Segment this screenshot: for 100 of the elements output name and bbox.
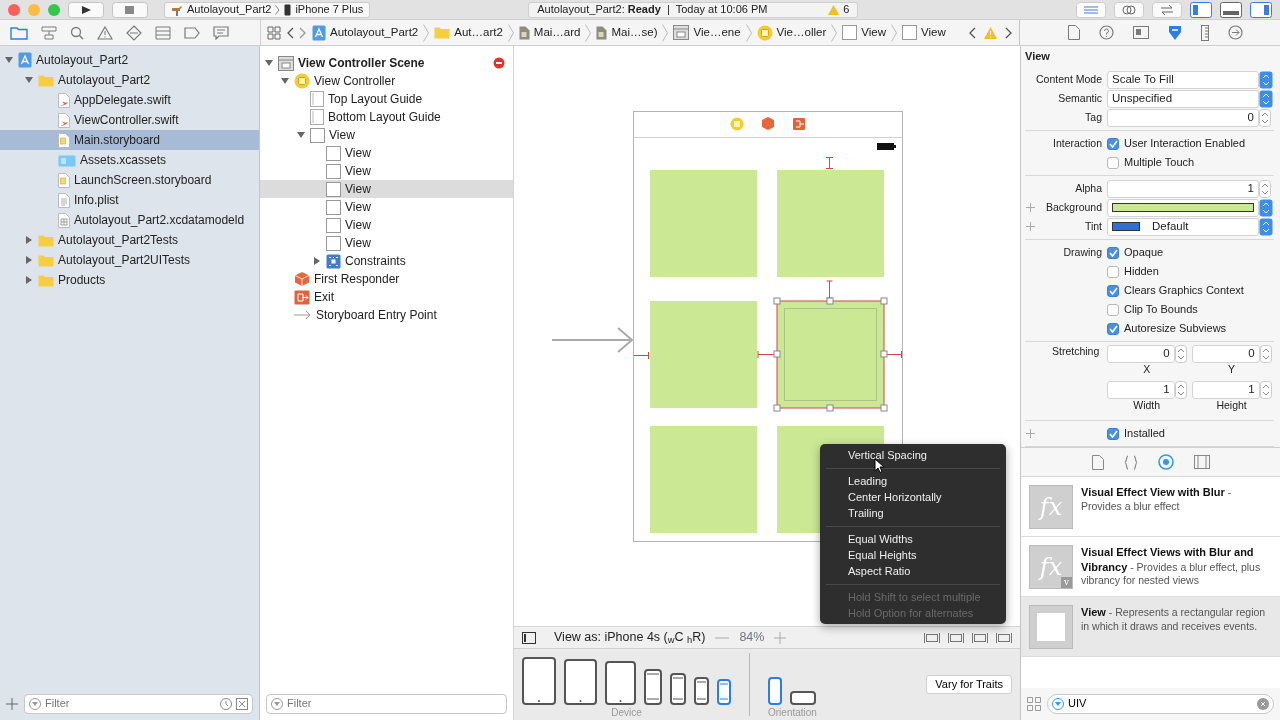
- file-item[interactable]: Main.storyboard: [0, 130, 259, 150]
- resize-handle[interactable]: [826, 404, 834, 412]
- breadcrumb[interactable]: Aut…art2: [434, 25, 503, 40]
- disclosure-icon[interactable]: [4, 55, 14, 65]
- menu-item[interactable]: Equal Widths: [820, 531, 1006, 547]
- back-icon[interactable]: [968, 26, 976, 39]
- connections-icon[interactable]: [1228, 25, 1243, 40]
- film-icon[interactable]: [1193, 455, 1210, 470]
- back-icon[interactable]: [286, 26, 294, 39]
- menu-item[interactable]: Vertical Spacing: [820, 447, 1006, 463]
- version-editor-icon[interactable]: [1152, 1, 1182, 18]
- diamond-icon[interactable]: [126, 24, 142, 41]
- clear-icon[interactable]: [1257, 698, 1269, 710]
- number-field[interactable]: 1: [1191, 381, 1260, 400]
- resize-handle[interactable]: [880, 350, 888, 358]
- file-item[interactable]: AppDelegate.swift: [0, 90, 259, 110]
- pin-icon[interactable]: [972, 631, 988, 644]
- warning-count[interactable]: 6: [828, 2, 850, 17]
- filter-field[interactable]: Filter: [45, 697, 216, 711]
- menu-item[interactable]: Center Horizontally: [820, 489, 1006, 505]
- disclosure-icon[interactable]: [24, 235, 34, 245]
- standard-editor-icon[interactable]: [1076, 1, 1106, 18]
- resize-handle[interactable]: [773, 404, 781, 412]
- file-item[interactable]: Assets.xcassets: [0, 150, 259, 170]
- exit-icon[interactable]: [793, 118, 805, 130]
- recent-icon[interactable]: [220, 698, 232, 710]
- resize-handle[interactable]: [880, 297, 888, 305]
- file-item[interactable]: Products: [0, 270, 259, 290]
- color-well[interactable]: [1107, 198, 1259, 217]
- disclosure-icon[interactable]: [264, 58, 274, 68]
- tablet-icon[interactable]: [605, 661, 636, 705]
- portrait-icon[interactable]: [768, 677, 783, 705]
- add-icon[interactable]: [1025, 429, 1035, 439]
- assistant-editor-icon[interactable]: [1114, 1, 1144, 18]
- phone-icon[interactable]: [717, 679, 731, 705]
- checkbox[interactable]: [1107, 137, 1119, 150]
- file-item[interactable]: Info.plist: [0, 190, 259, 210]
- tablet-icon[interactable]: [522, 657, 556, 705]
- disclosure-icon[interactable]: [280, 76, 290, 86]
- filter-box[interactable]: Filter: [266, 694, 507, 714]
- related-items-icon[interactable]: [267, 25, 281, 40]
- stepper-icon[interactable]: [1259, 381, 1272, 400]
- menu-item[interactable]: Aspect Ratio: [820, 563, 1006, 579]
- view-as-label[interactable]: View as: iPhone 4s ($_{w}$C $_{h}$R): [554, 630, 706, 645]
- checkbox[interactable]: [1107, 322, 1119, 335]
- filter-box[interactable]: Filter: [24, 694, 253, 714]
- file-item[interactable]: Autolayout_Part2.xcdatamodeld: [0, 210, 259, 230]
- checkbox[interactable]: [1107, 303, 1119, 316]
- file-item[interactable]: LaunchScreen.storyboard: [0, 170, 259, 190]
- file-item[interactable]: Autolayout_Part2UITests: [0, 250, 259, 270]
- hierarchy-icon[interactable]: [41, 25, 57, 40]
- stepper-icon[interactable]: [1174, 345, 1187, 364]
- tag-icon[interactable]: [184, 26, 200, 39]
- checkbox[interactable]: [1107, 284, 1119, 297]
- list-icon[interactable]: [155, 25, 171, 40]
- forward-icon[interactable]: [1005, 26, 1013, 39]
- checkbox[interactable]: [1107, 246, 1119, 259]
- checkbox[interactable]: [1107, 156, 1119, 169]
- outline-item[interactable]: Exit: [260, 288, 513, 306]
- id-card-icon[interactable]: [1133, 26, 1149, 39]
- search-icon[interactable]: [70, 25, 84, 40]
- add-icon[interactable]: [1025, 222, 1035, 232]
- dropdown[interactable]: Unspecified: [1107, 89, 1259, 108]
- align-icon[interactable]: [948, 631, 964, 644]
- breadcrumb[interactable]: View: [842, 25, 886, 40]
- breadcrumb[interactable]: View: [901, 25, 946, 40]
- stepper-icon[interactable]: [1259, 70, 1273, 89]
- ruler-icon[interactable]: [1201, 24, 1209, 41]
- outline-item[interactable]: Top Layout Guide: [260, 90, 513, 108]
- menu-item[interactable]: Equal Heights: [820, 547, 1006, 563]
- number-field[interactable]: 0: [1191, 345, 1260, 364]
- number-field[interactable]: 1: [1107, 179, 1259, 198]
- file-item[interactable]: ViewController.swift: [0, 110, 259, 130]
- outline-item[interactable]: View: [260, 144, 513, 162]
- navigator-toggle-icon[interactable]: [1190, 1, 1212, 18]
- menu-item[interactable]: Trailing: [820, 505, 1006, 521]
- disclosure-icon[interactable]: [24, 255, 34, 265]
- outline-item[interactable]: View Controller Scene: [260, 54, 513, 72]
- outline-item[interactable]: View: [260, 162, 513, 180]
- object-icon[interactable]: [1157, 454, 1174, 471]
- disclosure-icon[interactable]: [312, 256, 322, 266]
- scheme-selector[interactable]: Autolayout_Part2 iPhone 7 Plus: [164, 1, 371, 18]
- close-button[interactable]: [8, 3, 20, 16]
- outline-item[interactable]: View Controller: [260, 72, 513, 90]
- tablet-icon[interactable]: [564, 659, 597, 705]
- outline-item[interactable]: Bottom Layout Guide: [260, 108, 513, 126]
- file-item[interactable]: Autolayout_Part2: [0, 70, 259, 90]
- stepper-icon[interactable]: [1259, 179, 1271, 198]
- outline-item[interactable]: View: [260, 198, 513, 216]
- number-field[interactable]: 0: [1107, 108, 1259, 127]
- breadcrumb[interactable]: Mai…ard: [518, 25, 581, 40]
- phone-icon[interactable]: [644, 669, 662, 705]
- scm-filter-icon[interactable]: [236, 698, 248, 710]
- stepper-icon[interactable]: [1259, 217, 1273, 236]
- view-rectangle[interactable]: [776, 300, 885, 409]
- breadcrumb[interactable]: Mai…se): [596, 25, 658, 40]
- add-icon[interactable]: [6, 698, 18, 710]
- outline-item[interactable]: View: [260, 216, 513, 234]
- embed-icon[interactable]: [924, 631, 940, 644]
- outline-item[interactable]: Constraints: [260, 252, 513, 270]
